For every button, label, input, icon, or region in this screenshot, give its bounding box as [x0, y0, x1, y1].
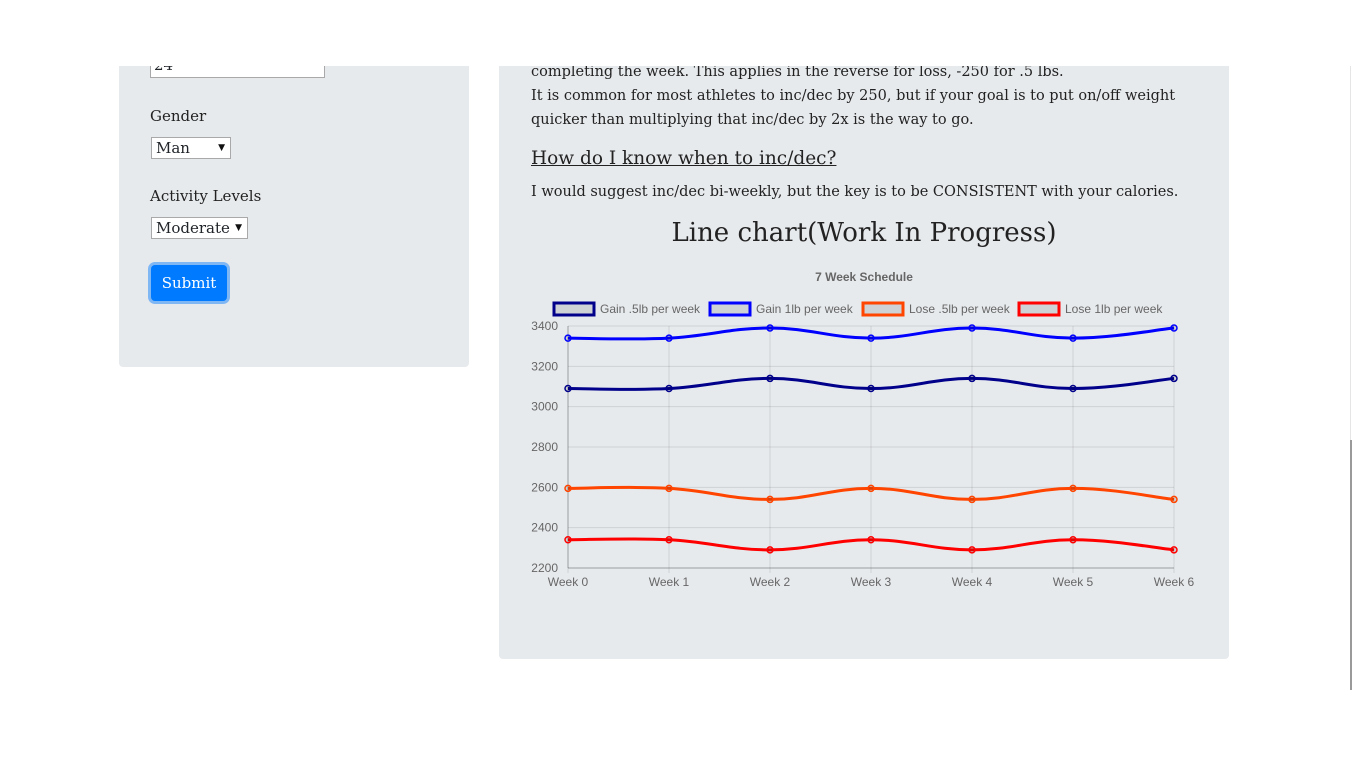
data-point — [665, 334, 673, 342]
data-point — [1069, 384, 1077, 393]
data-point — [1069, 334, 1077, 342]
x-tick-label: Week 2 — [750, 575, 791, 589]
x-tick-label: Week 5 — [1053, 575, 1094, 589]
activity-select-value: Moderate — [156, 219, 230, 237]
legend-label: Gain 1lb per week — [756, 302, 854, 316]
data-point — [867, 384, 875, 393]
data-point — [665, 384, 673, 393]
chart-title: 7 Week Schedule — [815, 270, 913, 284]
legend-swatch — [552, 301, 596, 317]
data-point — [968, 495, 976, 504]
data-point — [1069, 484, 1077, 493]
data-point — [867, 484, 875, 493]
dropdown-arrow-icon: ▼ — [235, 223, 242, 233]
y-tick-label: 2400 — [531, 521, 558, 535]
data-point — [968, 374, 976, 383]
x-tick-label: Week 1 — [649, 575, 690, 589]
data-point — [766, 546, 774, 554]
y-tick-label: 2600 — [531, 480, 558, 494]
data-point — [1069, 536, 1077, 544]
y-tick-label: 2200 — [531, 561, 558, 575]
x-tick-label: Week 6 — [1154, 575, 1195, 589]
data-point — [564, 334, 572, 342]
legend-label: Lose .5lb per week — [909, 302, 1011, 316]
submit-button[interactable]: Submit — [151, 265, 227, 301]
x-tick-label: Week 4 — [952, 575, 993, 589]
data-point — [968, 324, 976, 332]
data-point — [665, 536, 673, 544]
legend-swatch — [708, 301, 752, 317]
data-point — [867, 536, 875, 544]
content-panel: completing the week. This applies in the… — [499, 40, 1229, 659]
data-point — [665, 484, 673, 493]
data-point — [564, 536, 572, 544]
legend-label: Gain .5lb per week — [600, 302, 701, 316]
data-point — [766, 324, 774, 332]
y-tick-label: 2800 — [531, 440, 558, 454]
data-point — [1170, 546, 1178, 554]
data-point — [1170, 374, 1178, 383]
profile-form-panel: 24 Gender Man ▼ Activity Levels Moderate… — [119, 40, 469, 367]
data-point — [968, 546, 976, 554]
y-tick-label: 3400 — [531, 319, 558, 333]
activity-label: Activity Levels — [150, 187, 262, 205]
data-point — [1170, 324, 1178, 332]
gender-label: Gender — [150, 107, 207, 125]
top-bar — [0, 0, 1366, 66]
y-tick-label: 3000 — [531, 400, 558, 414]
legend-swatch — [1017, 301, 1061, 317]
x-tick-label: Week 0 — [548, 575, 589, 589]
scrollbar-thumb[interactable] — [1350, 440, 1352, 690]
data-point — [867, 334, 875, 342]
activity-select[interactable]: Moderate ▼ — [151, 217, 248, 239]
legend-swatch — [861, 301, 905, 317]
gender-select-value: Man — [156, 139, 190, 157]
data-point — [766, 374, 774, 383]
legend-label: Lose 1lb per week — [1065, 302, 1163, 316]
y-tick-label: 3200 — [531, 359, 558, 373]
line-chart: 7 Week Schedule 2200 2400 2600 2800 3000 3200 3… — [531, 270, 1195, 589]
gender-select[interactable]: Man ▼ — [151, 137, 231, 159]
data-point — [564, 384, 572, 393]
data-point — [564, 484, 572, 493]
x-tick-label: Week 3 — [851, 575, 892, 589]
data-point — [766, 495, 774, 504]
dropdown-arrow-icon: ▼ — [218, 143, 225, 153]
data-point — [1170, 495, 1178, 504]
